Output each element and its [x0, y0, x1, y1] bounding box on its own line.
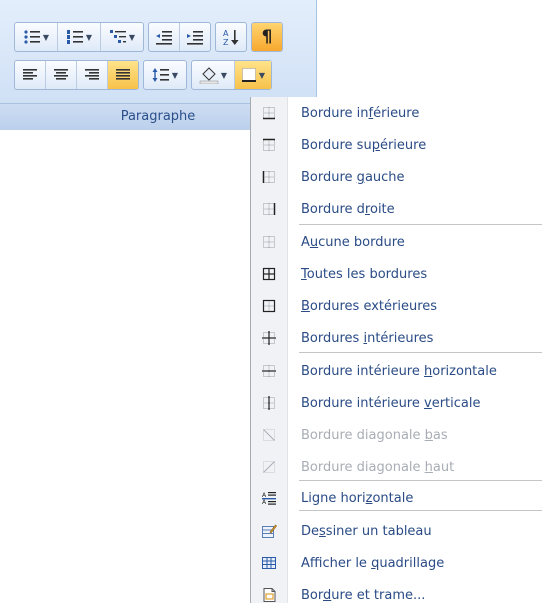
menu-item-border-top[interactable]: Bordure supérieure — [251, 129, 542, 161]
borders-dropdown-menu: Bordure inférieure Bordure supérieure Bord… — [250, 97, 542, 603]
menu-item-diagonal-down-border: Bordure diagonale bas — [251, 419, 542, 451]
menu-item-label: Bordure diagonale bas — [301, 427, 448, 443]
border-top-icon — [251, 129, 287, 161]
menu-item-inside-horizontal-border[interactable]: Bordure intérieure horizontale — [251, 355, 542, 387]
horizontal-line-icon: AA — [251, 482, 287, 514]
menu-item-border-right[interactable]: Bordure droite — [251, 193, 542, 225]
chevron-down-icon[interactable]: ▼ — [86, 33, 92, 42]
outside-borders-icon — [251, 290, 287, 322]
menu-item-label: Bordure intérieure horizontale — [301, 363, 497, 379]
align-left-button[interactable] — [15, 61, 45, 89]
menu-item-label: Bordure et trame... — [301, 587, 426, 603]
ribbon-row-2: ▼ ▼ ▼ — [14, 60, 272, 90]
list-buttons-group: ▼ ▼ ▼ — [14, 22, 144, 52]
numbered-list-icon — [66, 30, 83, 44]
menu-item-label: Toutes les bordures — [301, 266, 428, 282]
sort-button[interactable]: AZ — [216, 23, 246, 51]
menu-item-label: Aucune bordure — [301, 234, 405, 250]
line-spacing-icon — [152, 68, 169, 82]
border-bottom-icon — [241, 68, 256, 82]
svg-text:Z: Z — [223, 38, 229, 46]
align-center-button[interactable] — [46, 61, 76, 89]
inside-borders-icon — [251, 322, 287, 354]
chevron-down-icon[interactable]: ▼ — [259, 71, 265, 80]
justify-icon — [116, 69, 130, 80]
alignment-group — [14, 60, 139, 90]
justify-button[interactable] — [108, 61, 138, 89]
chevron-down-icon[interactable]: ▼ — [172, 71, 178, 80]
border-right-icon — [251, 193, 287, 225]
menu-item-inside-borders[interactable]: Bordures intérieures — [251, 322, 542, 354]
align-right-button[interactable] — [77, 61, 107, 89]
menu-item-inside-vertical-border[interactable]: Bordure intérieure verticale — [251, 387, 542, 419]
line-spacing-group: ▼ — [143, 60, 187, 90]
shading-border-group: ▼ ▼ — [191, 60, 272, 90]
increase-indent-icon — [187, 31, 203, 45]
shading-button[interactable]: ▼ — [192, 61, 234, 89]
menu-item-label: Bordure gauche — [301, 169, 405, 185]
decrease-indent-button[interactable] — [149, 23, 179, 51]
menu-item-label: Bordures extérieures — [301, 298, 438, 314]
menu-divider — [299, 480, 542, 481]
menu-item-diagonal-up-border: Bordure diagonale haut — [251, 451, 542, 483]
menu-item-label: Bordure diagonale haut — [301, 459, 455, 475]
menu-item-label: Bordure droite — [301, 201, 395, 217]
paint-bucket-icon — [199, 67, 219, 84]
indent-buttons-group — [148, 22, 211, 52]
line-spacing-button[interactable]: ▼ — [144, 61, 186, 89]
menu-item-label: Bordure intérieure verticale — [301, 395, 481, 411]
increase-indent-button[interactable] — [180, 23, 210, 51]
align-center-icon — [54, 69, 68, 80]
borders-button[interactable]: ▼ — [235, 61, 271, 89]
menu-item-draw-table[interactable]: Dessiner un tableau — [251, 515, 542, 547]
menu-item-no-border[interactable]: Aucune bordure — [251, 226, 542, 258]
pilcrow-group: ¶ — [251, 22, 283, 52]
svg-text:A: A — [262, 499, 267, 506]
align-left-icon — [23, 69, 37, 80]
multilevel-list-button[interactable]: ▼ — [101, 23, 143, 51]
bullets-button[interactable]: ▼ — [15, 23, 57, 51]
chevron-down-icon[interactable]: ▼ — [129, 33, 135, 42]
menu-divider — [299, 352, 542, 353]
borders-shading-icon — [251, 579, 287, 611]
svg-text:A: A — [223, 29, 229, 38]
ribbon-row-1: ▼ ▼ ▼ AZ ¶ — [14, 22, 283, 52]
menu-divider — [299, 224, 542, 225]
draw-table-icon — [251, 515, 287, 547]
svg-text:A: A — [262, 492, 267, 499]
menu-item-label: Bordure supérieure — [301, 137, 427, 153]
menu-item-label: Ligne horizontale — [301, 490, 414, 506]
show-formatting-button[interactable]: ¶ — [252, 23, 282, 51]
menu-item-view-gridlines[interactable]: Afficher le quadrillage — [251, 547, 542, 579]
sort-group: AZ — [215, 22, 247, 52]
bullet-list-icon — [24, 30, 40, 44]
pilcrow-icon: ¶ — [261, 27, 273, 47]
menu-item-label: Bordure inférieure — [301, 105, 420, 121]
menu-item-borders-shading[interactable]: Bordure et trame... — [251, 579, 542, 611]
menu-item-border-bottom[interactable]: Bordure inférieure — [251, 97, 542, 129]
menu-item-outside-borders[interactable]: Bordures extérieures — [251, 290, 542, 322]
border-left-icon — [251, 161, 287, 193]
border-bottom-icon — [251, 97, 287, 129]
menu-item-label: Dessiner un tableau — [301, 523, 432, 539]
multilevel-list-icon — [109, 30, 126, 43]
menu-item-label: Bordures intérieures — [301, 330, 434, 346]
numbering-button[interactable]: ▼ — [58, 23, 100, 51]
chevron-down-icon[interactable]: ▼ — [43, 33, 49, 42]
all-borders-icon — [251, 258, 287, 290]
chevron-down-icon[interactable]: ▼ — [221, 71, 227, 80]
decrease-indent-icon — [156, 31, 172, 45]
align-right-icon — [85, 69, 99, 80]
menu-divider — [299, 510, 542, 511]
view-gridlines-icon — [251, 547, 287, 579]
inside-vertical-border-icon — [251, 387, 287, 419]
diagonal-down-border-icon — [251, 419, 287, 451]
no-border-icon — [251, 226, 287, 258]
inside-horizontal-border-icon — [251, 355, 287, 387]
menu-item-label: Afficher le quadrillage — [301, 555, 445, 571]
diagonal-up-border-icon — [251, 451, 287, 483]
menu-item-border-left[interactable]: Bordure gauche — [251, 161, 542, 193]
sort-az-icon: AZ — [223, 29, 239, 46]
menu-item-all-borders[interactable]: Toutes les bordures — [251, 258, 542, 290]
